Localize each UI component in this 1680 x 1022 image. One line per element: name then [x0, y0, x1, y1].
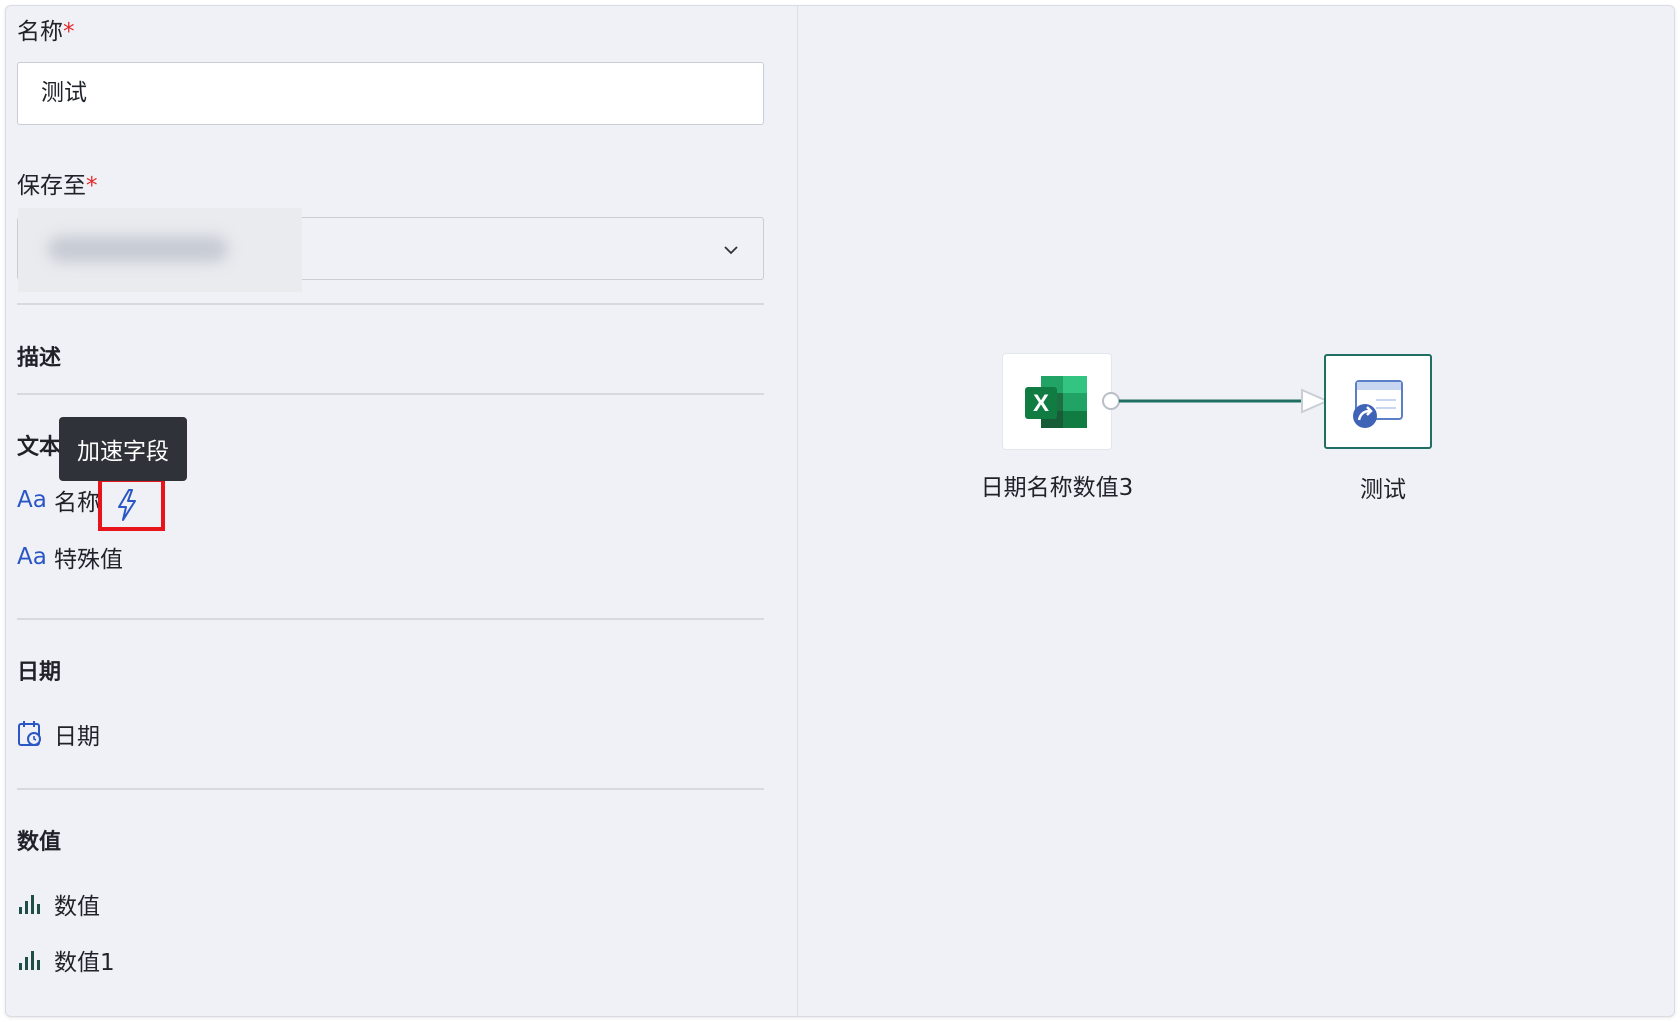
chevron-down-icon [724, 246, 738, 255]
field-label: 数值1 [54, 950, 115, 976]
text-type-icon: Aa [17, 487, 47, 513]
section-title-number: 数值 [17, 830, 62, 855]
field-label: 特殊值 [54, 547, 123, 573]
field-item-number[interactable]: 数值 [17, 888, 100, 920]
main-window: 名称* 测试 保存至* 描述 文本 Aa 名称 Aa 特殊值 日期 日期 数值 … [5, 5, 1675, 1017]
target-node-label: 测试 [1360, 477, 1406, 503]
divider [17, 303, 764, 305]
left-config-panel: 名称* 测试 保存至* 描述 文本 Aa 名称 Aa 特殊值 日期 日期 数值 … [6, 6, 798, 1016]
field-label: 日期 [54, 724, 100, 750]
highlight-box [98, 478, 165, 531]
dataset-icon [1353, 380, 1403, 428]
field-item-date[interactable]: 日期 [17, 718, 100, 750]
field-item-number1[interactable]: 数值1 [17, 944, 115, 976]
target-node[interactable] [1324, 354, 1432, 449]
name-input[interactable]: 测试 [17, 62, 764, 125]
calendar-icon [17, 720, 51, 748]
text-type-icon: Aa [17, 544, 47, 570]
tooltip: 加速字段 [59, 417, 187, 481]
excel-icon: X [1025, 376, 1087, 428]
name-label: 名称* [17, 19, 75, 45]
redacted-location [18, 208, 302, 292]
source-node[interactable]: X [1003, 354, 1111, 449]
svg-text:X: X [1033, 390, 1049, 417]
section-title-text: 文本 [17, 435, 62, 460]
divider [17, 393, 764, 395]
connector-arrow [1102, 388, 1330, 414]
section-title-date: 日期 [17, 660, 62, 685]
field-label: 名称 [54, 490, 100, 516]
divider [17, 788, 764, 790]
bar-chart-icon [17, 948, 51, 972]
bar-chart-icon [17, 892, 51, 916]
source-node-label: 日期名称数值3 [980, 475, 1134, 501]
field-item-special-value[interactable]: Aa 特殊值 [17, 541, 123, 573]
divider [17, 618, 764, 620]
field-label: 数值 [54, 894, 100, 920]
flow-canvas[interactable]: X 日期名称数值3 测试 [799, 6, 1674, 1016]
save-to-select[interactable] [17, 208, 764, 292]
field-item-name[interactable]: Aa 名称 [17, 484, 100, 516]
description-label[interactable]: 描述 [17, 340, 61, 372]
save-to-label: 保存至* [17, 173, 98, 199]
